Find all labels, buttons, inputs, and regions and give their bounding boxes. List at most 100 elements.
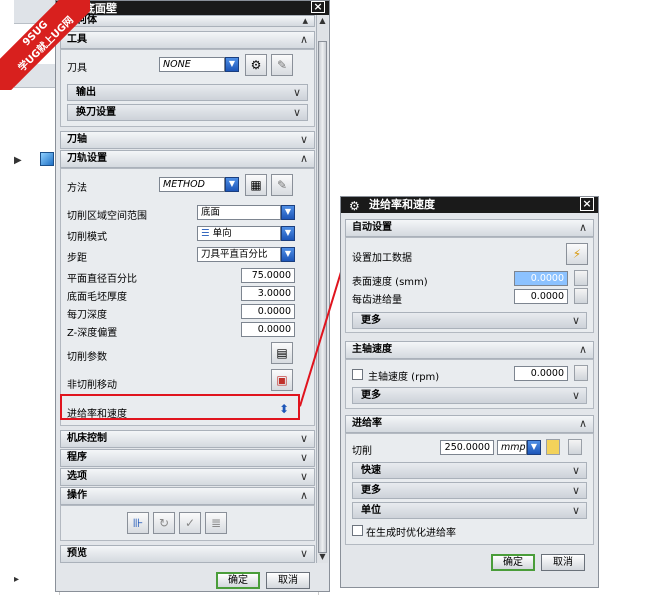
stepover-label: 步距 bbox=[67, 253, 87, 264]
chevron-down-icon: ∨ bbox=[571, 389, 580, 402]
replay-icon[interactable]: ↻ bbox=[153, 512, 175, 534]
output-subsection[interactable]: 输出 ∨ bbox=[67, 84, 308, 101]
section-auto-settings[interactable]: 自动设置 ∧ bbox=[345, 219, 594, 237]
depth-per-cut-input[interactable]: 0.0000 bbox=[241, 304, 295, 319]
lightning-icon[interactable]: ⚡ bbox=[566, 243, 588, 265]
cube-icon[interactable] bbox=[40, 152, 54, 166]
chevron-down-icon[interactable]: ▼ bbox=[527, 440, 541, 455]
tool-select[interactable]: NONE bbox=[159, 57, 225, 72]
tool-change-subsection[interactable]: 换刀设置 ∨ bbox=[67, 104, 308, 121]
units-subsection[interactable]: 单位 ∨ bbox=[352, 502, 587, 519]
close-icon[interactable]: × bbox=[580, 197, 594, 211]
chevron-up-icon: ∧ bbox=[299, 152, 308, 165]
list-icon[interactable]: ≣ bbox=[205, 512, 227, 534]
verify-icon[interactable]: ✓ bbox=[179, 512, 201, 534]
rapid-subsection[interactable]: 快速 ∨ bbox=[352, 462, 587, 479]
optimize-checkbox[interactable] bbox=[352, 525, 363, 536]
depth-per-cut-label: 每刀深度 bbox=[67, 310, 107, 321]
chevron-down-icon: ∨ bbox=[292, 106, 301, 119]
floor-stock-input[interactable]: 3.0000 bbox=[241, 286, 295, 301]
cancel-button[interactable]: 取消 bbox=[266, 572, 310, 589]
feeds-speeds-dialog: ⚙ 进给率和速度 × 自动设置 ∧ 设置加工数据 ⚡ 表面速度 (smm) 0.0… bbox=[340, 196, 599, 588]
section-feed-rates[interactable]: 进给率 ∧ bbox=[345, 415, 594, 433]
chevron-down-icon[interactable]: ▼ bbox=[225, 177, 239, 192]
chevron-down-icon[interactable]: ▼ bbox=[281, 247, 295, 262]
units-label: 单位 bbox=[361, 505, 381, 516]
ok-button[interactable]: 确定 bbox=[491, 554, 535, 571]
actions-body: ⊪ ↻ ✓ ≣ bbox=[60, 505, 315, 541]
tool-section-body: 刀具 NONE ▼ ⚙ ✎ 输出 ∨ 换刀设置 ∨ bbox=[60, 49, 315, 127]
edit-method-icon[interactable]: ✎ bbox=[271, 174, 293, 196]
chevron-down-icon: ∨ bbox=[571, 464, 580, 477]
z-depth-offset-input[interactable]: 0.0000 bbox=[241, 322, 295, 337]
section-machine-control[interactable]: 机床控制 ∨ bbox=[60, 430, 315, 448]
spindle-speed-input[interactable]: 0.0000 bbox=[514, 366, 568, 381]
feed-per-tooth-input[interactable]: 0.0000 bbox=[514, 289, 568, 304]
create-tool-icon[interactable]: ⚙ bbox=[245, 54, 267, 76]
zig-icon: ☰ bbox=[201, 228, 210, 239]
path-settings-body: 方法 METHOD ▼ ▦ ✎ 切削区域空间范围 底面 ▼ 切削模式 ☰ 单向 … bbox=[60, 168, 315, 426]
chevron-down-icon[interactable]: ▼ bbox=[225, 57, 239, 72]
cad-viewport-right bbox=[598, 200, 612, 580]
section-geometry[interactable]: 几何体 ▴ bbox=[60, 15, 315, 27]
cut-params-icon[interactable]: ▤ bbox=[271, 342, 293, 364]
lock-icon[interactable] bbox=[546, 439, 560, 455]
ok-button[interactable]: 确定 bbox=[216, 572, 260, 589]
feed-unit-select[interactable]: mmp bbox=[497, 440, 527, 455]
auto-more-subsection[interactable]: 更多 ∨ bbox=[352, 312, 587, 329]
calc-icon[interactable] bbox=[574, 288, 588, 304]
section-program[interactable]: 程序 ∨ bbox=[60, 449, 315, 467]
left-scrollbar[interactable]: ▲ ▼ bbox=[316, 15, 328, 563]
flat-pct-input[interactable]: 75.0000 bbox=[241, 268, 295, 283]
chevron-down-icon: ∨ bbox=[571, 504, 580, 517]
section-tool[interactable]: 工具 ∧ bbox=[60, 31, 315, 49]
edit-tool-icon[interactable]: ✎ bbox=[271, 54, 293, 76]
chevron-up-icon: ∧ bbox=[578, 221, 587, 234]
chevron-up-icon: ▴ bbox=[302, 14, 308, 27]
cut-params-label: 切削参数 bbox=[67, 352, 107, 363]
spindle-speed-label: 主轴速度 (rpm) bbox=[368, 372, 440, 383]
non-cut-moves-icon[interactable]: ▣ bbox=[271, 369, 293, 391]
cut-feed-label: 切削 bbox=[352, 446, 372, 457]
cut-mode-select[interactable]: ☰ 单向 bbox=[197, 226, 281, 241]
chevron-down-icon: ∨ bbox=[299, 432, 308, 445]
surface-speed-input[interactable]: 0.0000 bbox=[514, 271, 568, 286]
floor-wall-dialog: 底面壁 × 几何体 ▴ 工具 ∧ 刀具 NONE ▼ ⚙ ✎ 输出 ∨ 换刀设置 ∨ 刀… bbox=[55, 0, 330, 592]
method-select[interactable]: METHOD bbox=[159, 177, 225, 192]
spindle-checkbox[interactable] bbox=[352, 369, 363, 380]
feed-more-subsection[interactable]: 更多 ∨ bbox=[352, 482, 587, 499]
calc-icon[interactable] bbox=[574, 270, 588, 286]
section-feed-label: 进给率 bbox=[352, 418, 382, 429]
stepover-select[interactable]: 刀具平直百分比 bbox=[197, 247, 281, 262]
section-actions[interactable]: 操作 ∧ bbox=[60, 487, 315, 505]
scroll-up-icon[interactable]: ▲ bbox=[317, 15, 328, 27]
generate-icon[interactable]: ⊪ bbox=[127, 512, 149, 534]
chevron-down-icon: ∨ bbox=[571, 484, 580, 497]
calc-icon[interactable] bbox=[574, 365, 588, 381]
section-path-settings[interactable]: 刀轨设置 ∧ bbox=[60, 150, 315, 168]
more-label: 更多 bbox=[361, 485, 381, 496]
cancel-button[interactable]: 取消 bbox=[541, 554, 585, 571]
create-method-icon[interactable]: ▦ bbox=[245, 174, 267, 196]
section-options[interactable]: 选项 ∨ bbox=[60, 468, 315, 486]
section-preview[interactable]: 预览 ∨ bbox=[60, 545, 315, 563]
chevron-down-icon[interactable]: ▼ bbox=[281, 226, 295, 241]
scroll-down-icon[interactable]: ▼ bbox=[317, 551, 328, 563]
chevron-up-icon: ∧ bbox=[578, 343, 587, 356]
chevron-down-icon: ∨ bbox=[292, 86, 301, 99]
non-cut-moves-label: 非切削移动 bbox=[67, 380, 117, 391]
section-auto-label: 自动设置 bbox=[352, 222, 392, 233]
chevron-down-icon[interactable]: ▼ bbox=[281, 205, 295, 220]
spindle-more-subsection[interactable]: 更多 ∨ bbox=[352, 387, 587, 404]
scroll-thumb[interactable] bbox=[318, 41, 327, 553]
cut-mode-value: 单向 bbox=[212, 228, 232, 239]
cut-region-select[interactable]: 底面 bbox=[197, 205, 281, 220]
section-tool-axis[interactable]: 刀轴 ∨ bbox=[60, 131, 315, 149]
calc-icon[interactable] bbox=[568, 439, 582, 455]
close-icon[interactable]: × bbox=[311, 1, 325, 13]
chevron-icon: ▸ bbox=[14, 574, 20, 585]
section-spindle[interactable]: 主轴速度 ∧ bbox=[345, 341, 594, 359]
dialog-title-bar: ⚙ 进给率和速度 × bbox=[341, 197, 598, 213]
cut-feed-input[interactable]: 250.0000 bbox=[440, 440, 494, 455]
chevron-down-icon: ∨ bbox=[571, 314, 580, 327]
